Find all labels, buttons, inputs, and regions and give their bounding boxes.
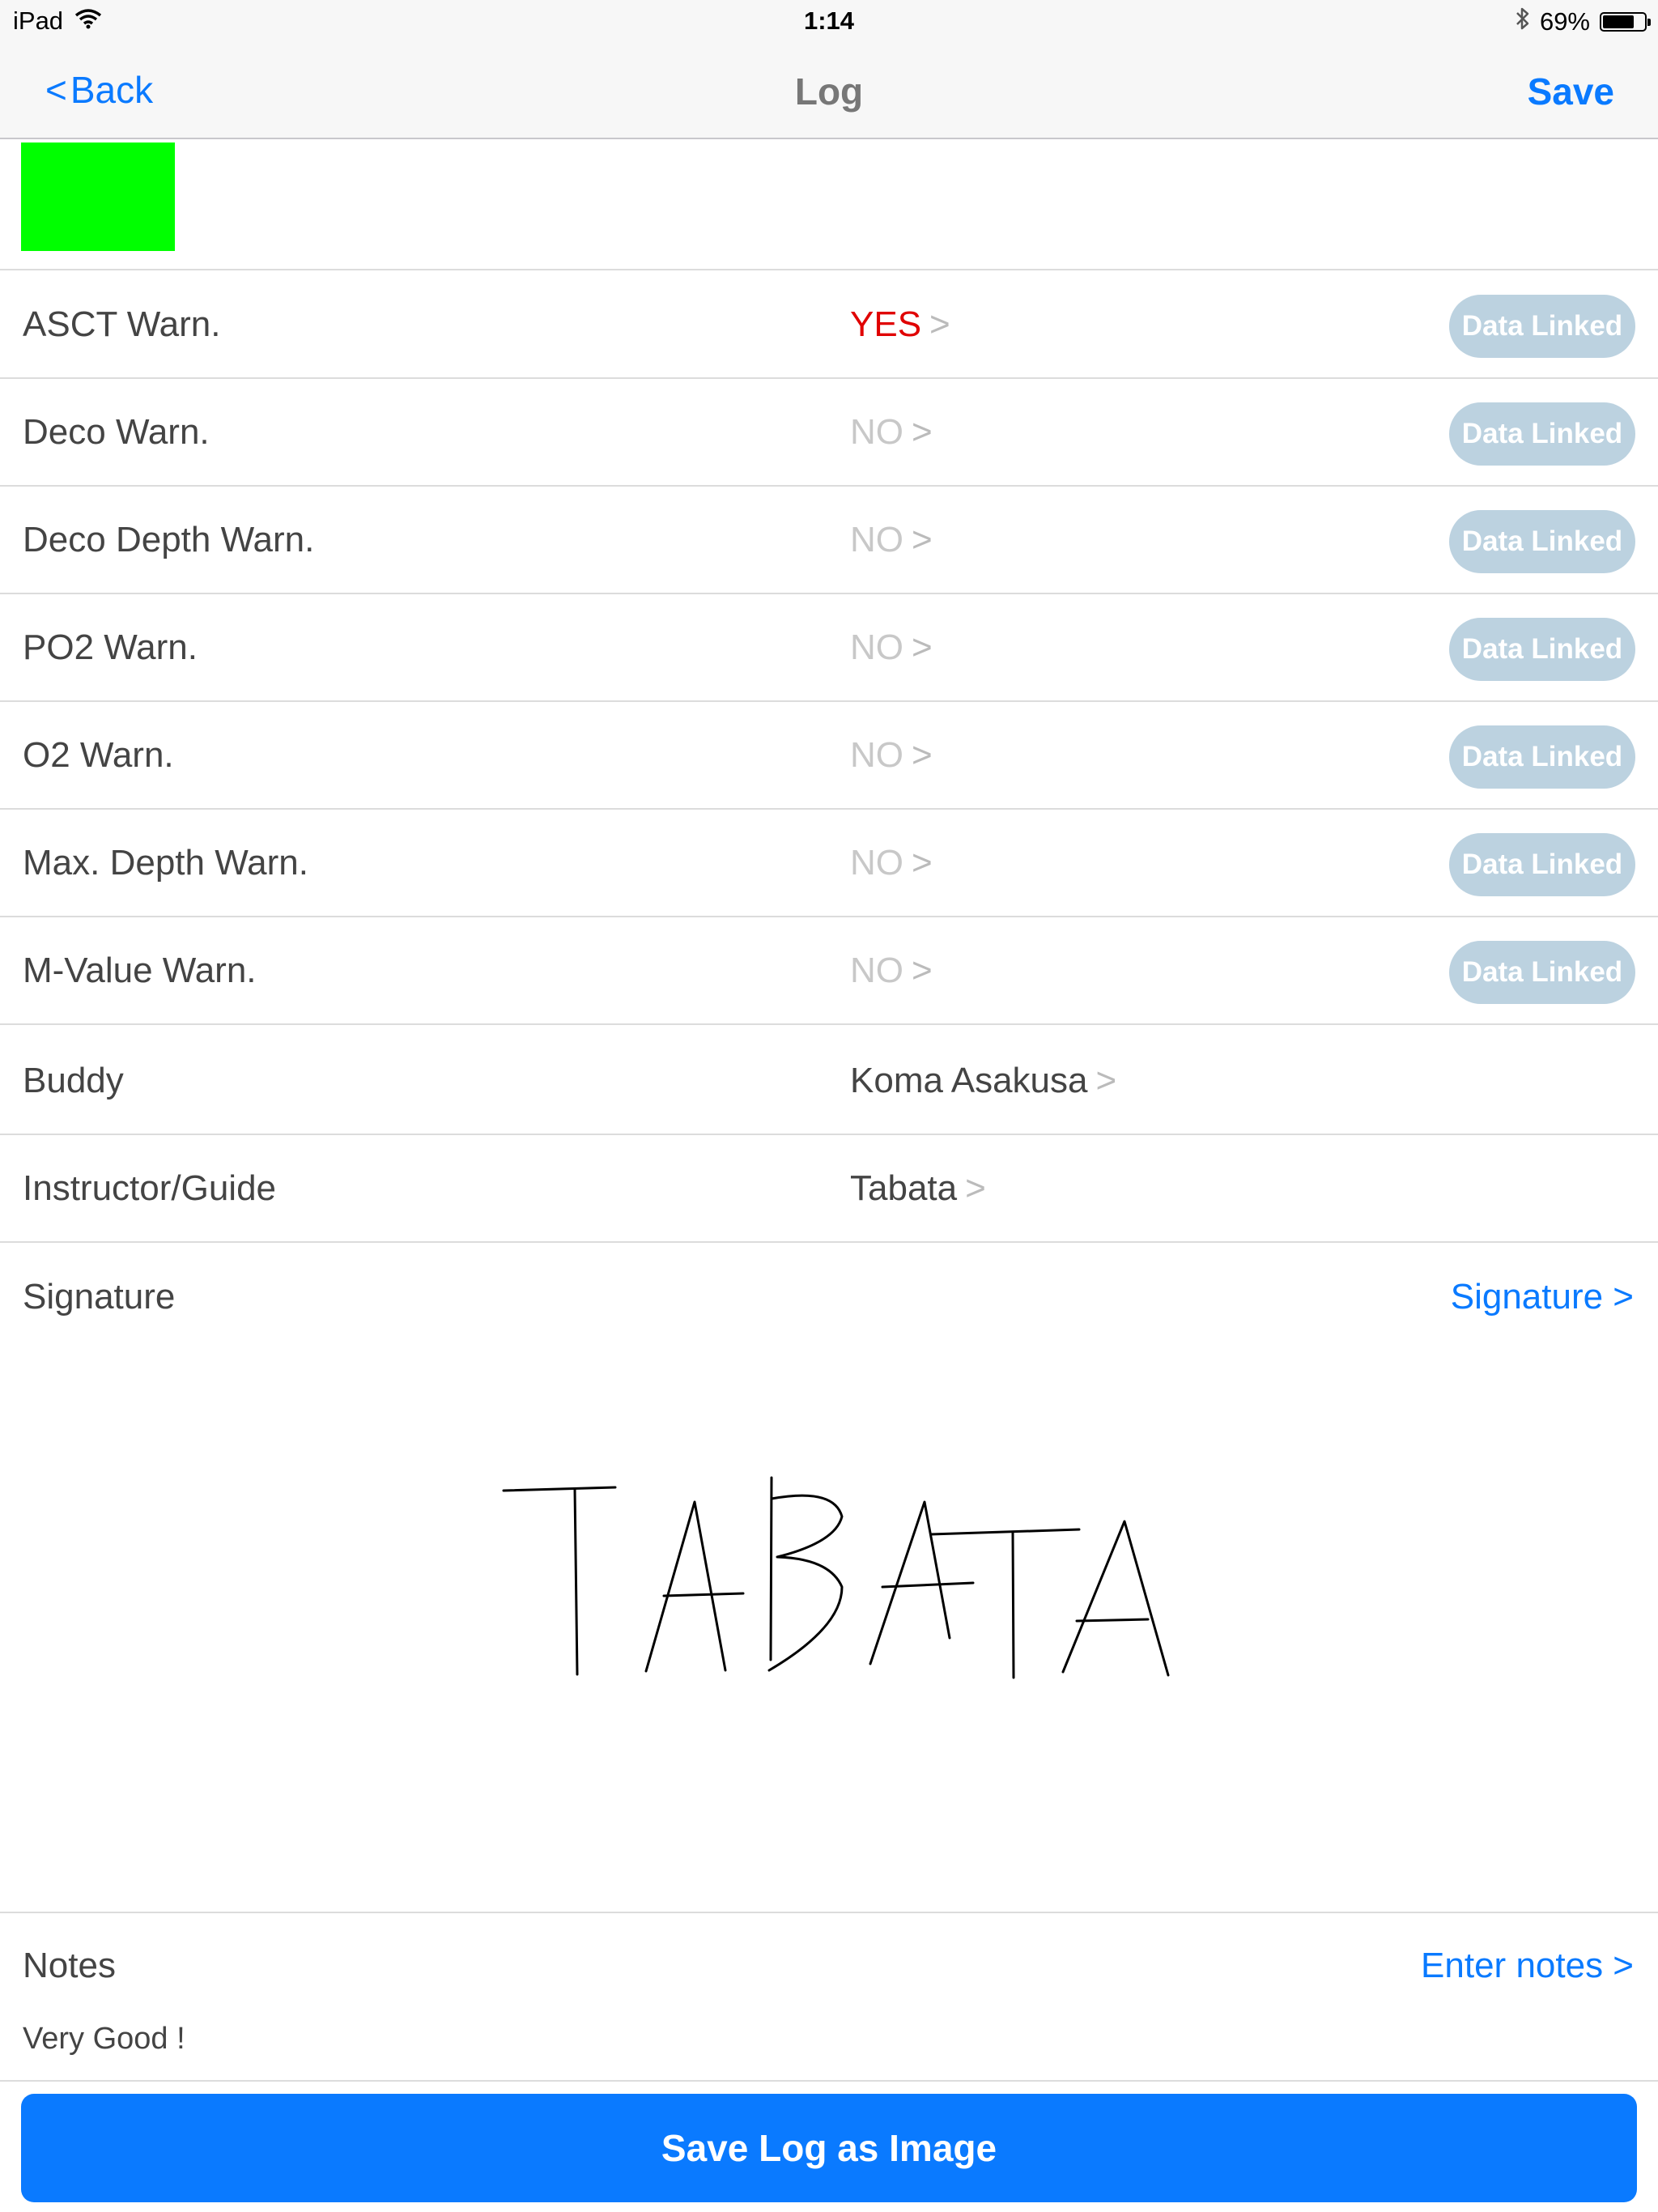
row-label: Buddy — [23, 1061, 124, 1100]
page-title: Log — [794, 70, 864, 113]
row-m-value-warn[interactable]: M-Value Warn. NO > Data Linked — [0, 917, 1658, 1025]
chevron-right-icon: > — [912, 843, 933, 883]
row-label: ASCT Warn. — [23, 304, 221, 344]
clock: 1:14 — [803, 6, 855, 35]
battery-percent: 69% — [1539, 7, 1590, 36]
row-value[interactable]: NO > — [850, 520, 933, 560]
notes-label: Notes — [23, 1946, 116, 1985]
notes-section: Notes Enter notes > Very Good ! — [0, 1913, 1658, 2082]
row-value[interactable]: NO > — [850, 735, 933, 776]
row-label: Deco Warn. — [23, 412, 210, 452]
chevron-right-icon: > — [912, 412, 933, 452]
bluetooth-icon — [1516, 6, 1530, 37]
chevron-right-icon: > — [1095, 1061, 1117, 1100]
data-linked-badge[interactable]: Data Linked — [1449, 402, 1635, 466]
row-max-depth-warn[interactable]: Max. Depth Warn. NO > Data Linked — [0, 809, 1658, 917]
notes-text: Very Good ! — [23, 2022, 185, 2056]
data-linked-badge[interactable]: Data Linked — [1449, 618, 1635, 681]
row-o2-warn[interactable]: O2 Warn. NO > Data Linked — [0, 701, 1658, 810]
row-label: Deco Depth Warn. — [23, 520, 315, 559]
chevron-right-icon: > — [912, 520, 933, 559]
chevron-right-icon: > — [912, 951, 933, 990]
row-deco-depth-warn[interactable]: Deco Depth Warn. NO > Data Linked — [0, 486, 1658, 594]
row-label: Instructor/Guide — [23, 1168, 277, 1208]
row-label: M-Value Warn. — [23, 951, 257, 990]
row-label: O2 Warn. — [23, 735, 174, 775]
data-linked-badge[interactable]: Data Linked — [1449, 295, 1635, 358]
row-value[interactable]: NO > — [850, 627, 933, 668]
color-row — [0, 139, 1658, 270]
row-value[interactable]: Koma Asakusa > — [850, 1061, 1116, 1101]
row-value[interactable]: YES > — [850, 304, 950, 345]
row-value[interactable]: NO > — [850, 843, 933, 883]
chevron-right-icon: > — [929, 304, 950, 344]
data-linked-badge[interactable]: Data Linked — [1449, 833, 1635, 896]
row-label: PO2 Warn. — [23, 627, 198, 667]
chevron-right-icon: > — [912, 735, 933, 775]
row-asct-warn[interactable]: ASCT Warn. YES > Data Linked — [0, 270, 1658, 379]
row-instructor-guide[interactable]: Instructor/Guide Tabata > — [0, 1134, 1658, 1243]
status-bar: iPad 1:14 69% — [0, 0, 1658, 44]
navigation-bar: < Back Log Save — [0, 44, 1658, 139]
data-linked-badge[interactable]: Data Linked — [1449, 941, 1635, 1004]
data-linked-badge[interactable]: Data Linked — [1449, 510, 1635, 573]
chevron-right-icon: > — [965, 1168, 986, 1208]
battery-icon — [1600, 12, 1651, 32]
row-value[interactable]: NO > — [850, 412, 933, 453]
enter-notes-link[interactable]: Enter notes > — [1421, 1946, 1634, 1986]
signature-drawing — [502, 1476, 1170, 1679]
data-linked-badge[interactable]: Data Linked — [1449, 725, 1635, 789]
signature-section: Signature Signature > — [0, 1243, 1658, 1913]
save-button[interactable]: Save — [1528, 70, 1614, 113]
signature-label: Signature — [23, 1277, 176, 1317]
row-value[interactable]: Tabata > — [850, 1168, 986, 1209]
row-value[interactable]: NO > — [850, 951, 933, 991]
row-deco-warn[interactable]: Deco Warn. NO > Data Linked — [0, 378, 1658, 487]
save-log-as-image-button[interactable]: Save Log as Image — [21, 2094, 1637, 2202]
row-label: Max. Depth Warn. — [23, 843, 308, 883]
chevron-right-icon: > — [912, 627, 933, 667]
signature-link[interactable]: Signature > — [1451, 1277, 1634, 1317]
row-po2-warn[interactable]: PO2 Warn. NO > Data Linked — [0, 593, 1658, 702]
color-swatch[interactable] — [21, 143, 175, 251]
row-buddy[interactable]: Buddy Koma Asakusa > — [0, 1027, 1658, 1135]
